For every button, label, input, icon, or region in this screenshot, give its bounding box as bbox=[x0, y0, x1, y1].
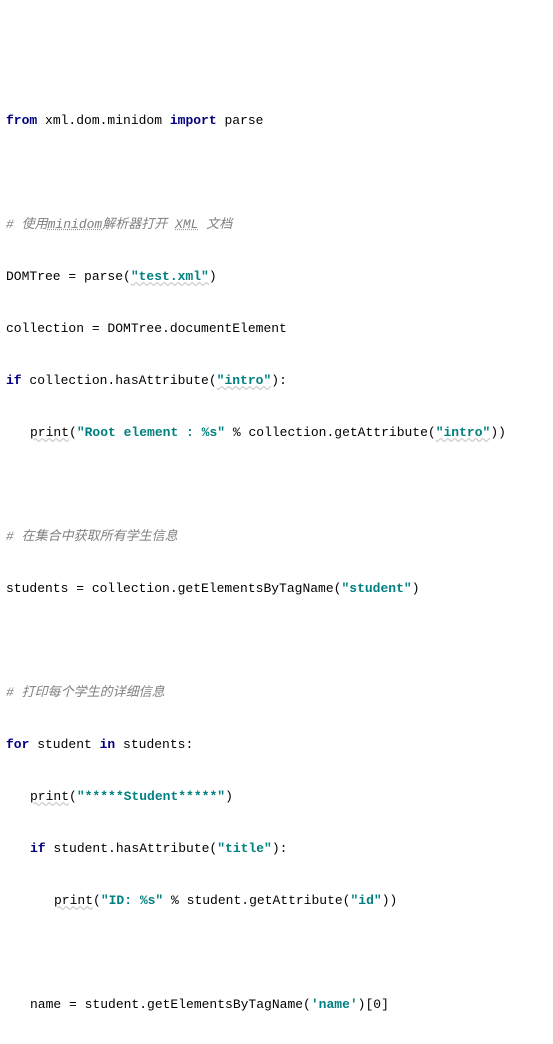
comment-part: 文档 bbox=[198, 217, 232, 232]
code-line-comment-1: # 使用minidom解析器打开 XML 文档 bbox=[6, 212, 547, 238]
kw-if: if bbox=[6, 373, 22, 388]
string: "id" bbox=[350, 893, 381, 908]
string: "*****Student*****" bbox=[77, 789, 225, 804]
code: % collection.getAttribute( bbox=[225, 425, 436, 440]
code: ): bbox=[271, 373, 287, 388]
blank-line bbox=[6, 628, 547, 654]
blank-line bbox=[6, 940, 547, 966]
kw-in: in bbox=[100, 737, 116, 752]
code-line-1: from xml.dom.minidom import parse bbox=[6, 108, 547, 134]
code: student bbox=[29, 737, 99, 752]
code: name = student.getElementsByTagName( bbox=[30, 997, 311, 1012]
import-name: parse bbox=[217, 113, 264, 128]
code-line-14: name = student.getElementsByTagName('nam… bbox=[6, 992, 547, 1018]
string: "intro" bbox=[436, 425, 491, 440]
code-line-3: DOMTree = parse("test.xml") bbox=[6, 264, 547, 290]
fn-print: print bbox=[30, 789, 69, 804]
string: "ID: %s" bbox=[101, 893, 163, 908]
code: DOMTree = parse( bbox=[6, 269, 131, 284]
fn-print: print bbox=[30, 425, 69, 440]
code-line-13: print("ID: %s" % student.getAttribute("i… bbox=[6, 888, 547, 914]
code-line-5: if collection.hasAttribute("intro"): bbox=[6, 368, 547, 394]
kw-for: for bbox=[6, 737, 29, 752]
code: students = collection.getElementsByTagNa… bbox=[6, 581, 341, 596]
code: student.hasAttribute( bbox=[46, 841, 218, 856]
string: "title" bbox=[217, 841, 272, 856]
code-line-10: for student in students: bbox=[6, 732, 547, 758]
code: ( bbox=[69, 789, 77, 804]
code: ( bbox=[93, 893, 101, 908]
comment-part: 解析器打开 bbox=[102, 217, 175, 232]
code: % student.getAttribute( bbox=[163, 893, 350, 908]
comment-part: # 使用 bbox=[6, 217, 48, 232]
code: students: bbox=[115, 737, 193, 752]
code: )) bbox=[490, 425, 506, 440]
code: ): bbox=[272, 841, 288, 856]
code: ) bbox=[225, 789, 233, 804]
comment-underline: XML bbox=[175, 217, 198, 232]
code-line-12: if student.hasAttribute("title"): bbox=[6, 836, 547, 862]
comment-underline: minidom bbox=[48, 217, 103, 232]
code: ) bbox=[209, 269, 217, 284]
code-line-comment-2: # 在集合中获取所有学生信息 bbox=[6, 524, 547, 550]
string: "Root element : %s" bbox=[77, 425, 225, 440]
kw-import: import bbox=[170, 113, 217, 128]
code-line-8: students = collection.getElementsByTagNa… bbox=[6, 576, 547, 602]
code: ( bbox=[69, 425, 77, 440]
kw-if: if bbox=[30, 841, 46, 856]
string: 'name' bbox=[311, 997, 358, 1012]
code-line-comment-3: # 打印每个学生的详细信息 bbox=[6, 680, 547, 706]
string: "student" bbox=[341, 581, 411, 596]
string: "intro" bbox=[217, 373, 272, 388]
code: )[0] bbox=[358, 997, 389, 1012]
blank-line bbox=[6, 472, 547, 498]
code-line-6: print("Root element : %s" % collection.g… bbox=[6, 420, 547, 446]
code: collection.hasAttribute( bbox=[22, 373, 217, 388]
code-line-11: print("*****Student*****") bbox=[6, 784, 547, 810]
module-name: xml.dom.minidom bbox=[37, 113, 170, 128]
string: "test.xml" bbox=[131, 269, 209, 284]
code: ) bbox=[412, 581, 420, 596]
blank-line bbox=[6, 160, 547, 186]
fn-print: print bbox=[54, 893, 93, 908]
code-line-4: collection = DOMTree.documentElement bbox=[6, 316, 547, 342]
kw-from: from bbox=[6, 113, 37, 128]
code: )) bbox=[382, 893, 398, 908]
